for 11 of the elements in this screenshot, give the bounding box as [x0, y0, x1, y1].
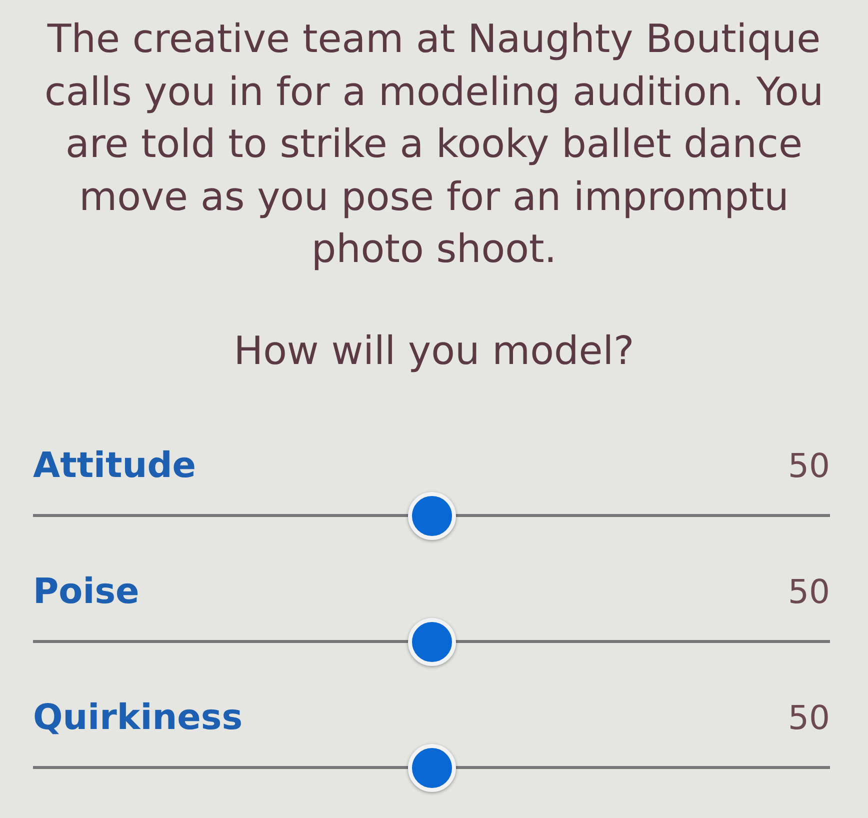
story-text: The creative team at Naughty Boutique calls you in for a modeling audition. You are told to strike a kooky ballet dance move as you pose for an impromptu photo shoot.: [43, 16, 825, 274]
slider-value: 50: [788, 446, 830, 485]
slider-label: Attitude: [33, 446, 196, 486]
slider-thumb[interactable]: [408, 744, 456, 792]
slider-value: 50: [788, 572, 830, 611]
slider-label: Poise: [33, 572, 140, 612]
slider-thumb[interactable]: [408, 618, 456, 666]
slider-label: Quirkiness: [33, 698, 243, 738]
slider-value: 50: [788, 698, 830, 737]
question-text: How will you model?: [234, 328, 634, 376]
slider-thumb[interactable]: [408, 492, 456, 540]
